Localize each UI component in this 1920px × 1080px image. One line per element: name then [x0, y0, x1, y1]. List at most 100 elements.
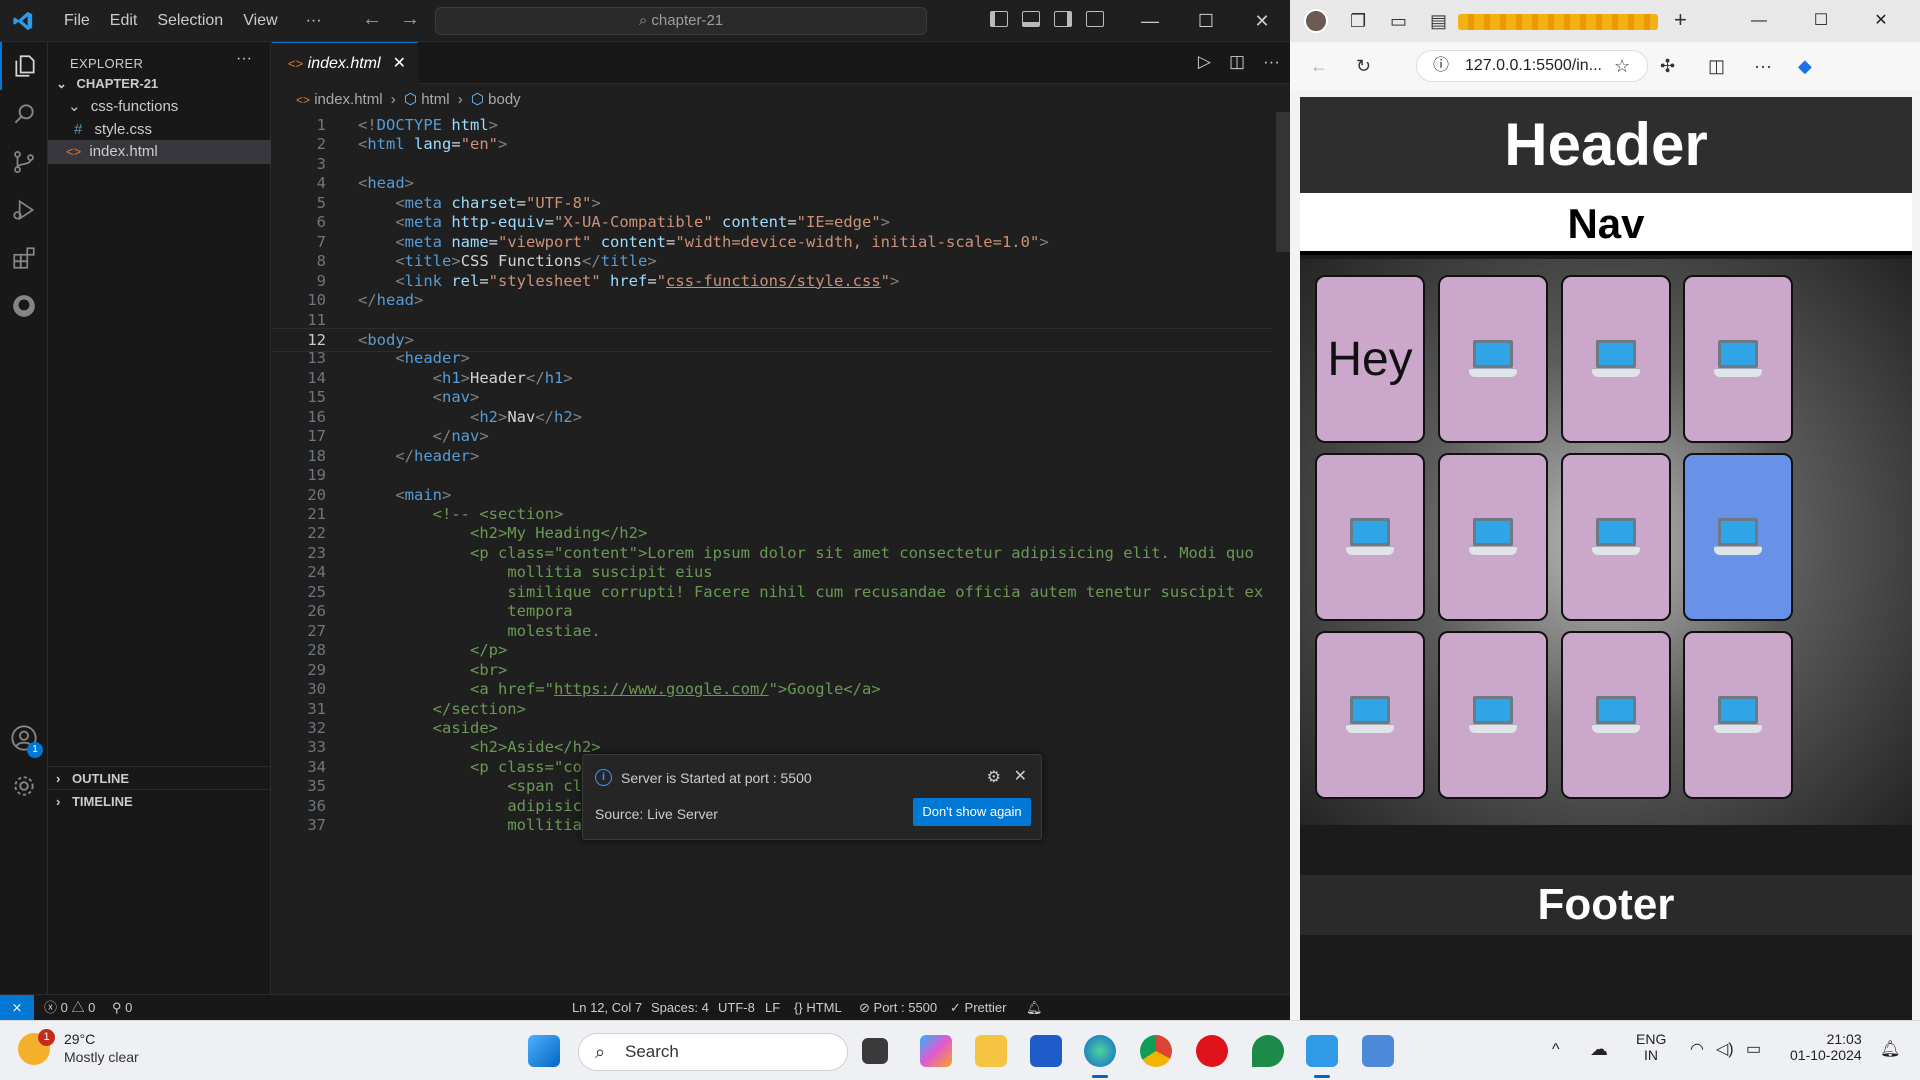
- task-view-icon[interactable]: [862, 1038, 888, 1064]
- encoding[interactable]: UTF-8: [718, 995, 755, 1021]
- notification-settings-gear-icon[interactable]: ⚙: [987, 767, 1001, 787]
- settings-more-icon[interactable]: ···: [1754, 56, 1772, 77]
- grid-card[interactable]: [1561, 453, 1671, 621]
- explorer-icon[interactable]: [0, 42, 48, 90]
- file-style-css[interactable]: # style.css: [48, 118, 271, 142]
- breadcrumb-html[interactable]: html: [421, 91, 449, 108]
- indentation[interactable]: Spaces: 4: [651, 995, 709, 1021]
- favorite-star-icon[interactable]: ☆: [1614, 56, 1630, 77]
- tab-favicon-icon[interactable]: ▤: [1430, 11, 1447, 32]
- folder-chapter-21[interactable]: ⌄ CHAPTER-21: [48, 72, 271, 96]
- prettier-status[interactable]: ✓ Prettier: [950, 995, 1006, 1021]
- notification-bell-icon[interactable]: 🔔︎: [1880, 1039, 1900, 1059]
- notepad-icon[interactable]: [1362, 1035, 1394, 1067]
- language-mode[interactable]: {} HTML: [794, 995, 842, 1021]
- github-icon[interactable]: [0, 282, 48, 330]
- maximize-icon[interactable]: ☐: [1798, 0, 1844, 42]
- dont-show-again-button[interactable]: Don't show again: [913, 798, 1031, 826]
- settings-gear-icon[interactable]: [0, 762, 48, 810]
- customize-layout-icon[interactable]: [1086, 11, 1104, 27]
- run-icon[interactable]: ▷: [1198, 52, 1211, 72]
- grid-card[interactable]: [1315, 453, 1425, 621]
- more-actions-icon[interactable]: ···: [1263, 52, 1280, 72]
- toggle-panel-icon[interactable]: [1022, 11, 1040, 27]
- ports-status[interactable]: ⚲ 0: [112, 995, 132, 1021]
- tab-strip[interactable]: [1458, 14, 1658, 30]
- menu-edit[interactable]: Edit: [100, 12, 148, 30]
- edge-browser-icon[interactable]: [1084, 1035, 1116, 1067]
- clock[interactable]: 21:03 01-10-2024: [1790, 1031, 1862, 1063]
- menu-file[interactable]: File: [54, 12, 100, 30]
- breadcrumb-body[interactable]: body: [488, 91, 521, 108]
- end-of-line[interactable]: LF: [765, 995, 780, 1021]
- grid-card[interactable]: [1683, 631, 1793, 799]
- menu-view[interactable]: View: [233, 12, 287, 30]
- opera-icon[interactable]: [1196, 1035, 1228, 1067]
- source-control-icon[interactable]: [0, 138, 48, 186]
- close-icon[interactable]: ✕: [1858, 0, 1904, 42]
- menu-selection[interactable]: Selection: [147, 12, 233, 30]
- vscode-taskbar-icon[interactable]: [1306, 1035, 1338, 1067]
- grid-card[interactable]: [1683, 275, 1793, 443]
- breadcrumb-file[interactable]: index.html: [314, 91, 382, 108]
- live-server-port[interactable]: ⊘ Port : 5500: [859, 995, 937, 1021]
- extensions-icon[interactable]: [0, 234, 48, 282]
- maximize-icon[interactable]: ☐: [1178, 0, 1234, 42]
- copilot-icon[interactable]: ◆: [1798, 56, 1812, 77]
- show-hidden-icons-chevron-icon[interactable]: ^: [1552, 1041, 1560, 1059]
- cursor-position[interactable]: Ln 12, Col 7: [572, 995, 642, 1021]
- chrome-icon[interactable]: [1140, 1035, 1172, 1067]
- toggle-primary-sidebar-icon[interactable]: [990, 11, 1008, 27]
- profile-avatar[interactable]: [1304, 9, 1328, 33]
- run-debug-icon[interactable]: [0, 186, 48, 234]
- close-tab-icon[interactable]: ✕: [393, 43, 406, 85]
- grid-card[interactable]: [1315, 631, 1425, 799]
- notification-close-icon[interactable]: ✕: [1014, 766, 1027, 786]
- refresh-icon[interactable]: ↻: [1356, 56, 1371, 77]
- split-editor-icon[interactable]: ◫: [1229, 52, 1245, 72]
- extensions-puzzle-icon[interactable]: ✣: [1660, 56, 1675, 77]
- battery-icon[interactable]: ▭: [1746, 1039, 1761, 1059]
- volume-icon[interactable]: ◁): [1716, 1039, 1734, 1059]
- start-windows-icon[interactable]: [528, 1035, 560, 1067]
- search-icon[interactable]: [0, 90, 48, 138]
- problems-status[interactable]: ⓧ 0 △ 0: [44, 995, 95, 1021]
- microsoft-store-icon[interactable]: [1030, 1035, 1062, 1067]
- close-icon[interactable]: ✕: [1234, 0, 1290, 42]
- copilot-app-icon[interactable]: [920, 1035, 952, 1067]
- folder-css-functions[interactable]: ⌄ css-functions: [48, 95, 271, 119]
- accounts-icon[interactable]: 1: [0, 714, 48, 762]
- forward-arrow-icon[interactable]: →: [400, 8, 420, 31]
- grid-card[interactable]: [1561, 631, 1671, 799]
- outline-section[interactable]: › OUTLINE: [48, 766, 271, 790]
- explorer-more-icon[interactable]: ···: [236, 50, 252, 68]
- minimize-icon[interactable]: —: [1122, 0, 1178, 42]
- grid-card[interactable]: [1438, 275, 1548, 443]
- wifi-icon[interactable]: ◠: [1690, 1039, 1704, 1059]
- code-editor[interactable]: 1 <!DOCTYPE html> 2 <html lang="en"> 3 4 <head…: [272, 112, 1272, 992]
- grid-card[interactable]: [1683, 453, 1793, 621]
- toggle-secondary-sidebar-icon[interactable]: [1054, 11, 1072, 27]
- notifications-bell-icon[interactable]: 🔔︎: [1026, 995, 1043, 1021]
- editor-scrollbar[interactable]: [1276, 112, 1290, 252]
- minimize-icon[interactable]: —: [1736, 0, 1782, 42]
- file-index-html[interactable]: <> index.html: [48, 140, 271, 164]
- timeline-section[interactable]: › TIMELINE: [48, 789, 271, 813]
- split-screen-icon[interactable]: ◫: [1708, 56, 1725, 77]
- back-arrow-icon[interactable]: ←: [1310, 56, 1328, 77]
- grid-card[interactable]: [1561, 275, 1671, 443]
- file-explorer-icon[interactable]: [975, 1035, 1007, 1067]
- tab-index-html[interactable]: <> index.html ✕: [272, 42, 418, 84]
- grid-card[interactable]: [1438, 453, 1548, 621]
- language-indicator[interactable]: ENG IN: [1636, 1031, 1666, 1063]
- mongodb-compass-icon[interactable]: [1252, 1035, 1284, 1067]
- grid-card[interactable]: Hey: [1315, 275, 1425, 443]
- remote-indicator-icon[interactable]: ⨯: [0, 995, 34, 1021]
- menu-more[interactable]: ···: [288, 12, 332, 30]
- grid-card[interactable]: [1438, 631, 1548, 799]
- new-tab-icon[interactable]: +: [1674, 7, 1687, 33]
- command-center-search[interactable]: ⌕ chapter-21: [435, 7, 927, 35]
- workspaces-icon[interactable]: ❐: [1350, 11, 1366, 32]
- back-arrow-icon[interactable]: ←: [362, 8, 382, 31]
- taskbar-search[interactable]: ⌕ Search: [578, 1033, 848, 1071]
